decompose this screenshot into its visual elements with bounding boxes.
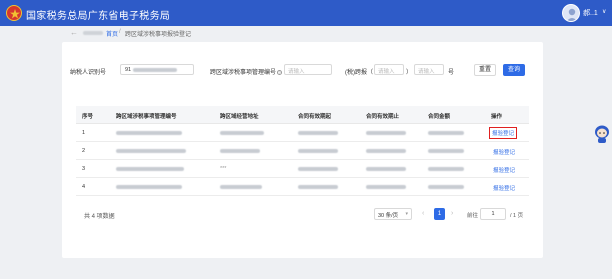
site-title[interactable]: 国家税务总局广东省电子税务局 (26, 7, 170, 22)
row-end-date-redacted (366, 185, 406, 189)
col-action-header: 操作 (491, 114, 503, 120)
row-start-date-redacted (298, 149, 338, 153)
taxpayer-id-input[interactable]: 91 (120, 64, 194, 75)
mgmt-no-part1-input[interactable]: 请输入 (374, 64, 404, 75)
user-menu-caret-icon[interactable]: ∨ (602, 8, 606, 15)
chevron-down-icon: ▾ (405, 211, 408, 217)
col-end-date-header: 合同有效期止 (366, 114, 400, 120)
row-start-date-redacted (298, 185, 338, 189)
table-header: 序号 跨区域涉税事项管理编号 跨区域经营地址 合同有效期起 合同有效期止 合同金… (76, 106, 529, 124)
top-header-bar: 国家税务总局广东省电子税务局 郝..1 ∨ (0, 0, 612, 26)
taxpayer-id-value: 91 (125, 67, 132, 73)
col-index-header: 序号 (82, 114, 94, 120)
register-link[interactable]: 报验登记 (491, 147, 517, 157)
reset-button[interactable]: 重置 (474, 64, 496, 76)
total-count: 共 4 项数据 (84, 214, 115, 220)
row-address-redacted (220, 149, 260, 153)
breadcrumb: ← 首页 / 跨区域涉税事项报验登记 (0, 26, 612, 40)
row-index: 3 (82, 166, 86, 172)
page-size-value: 30 条/页 (378, 213, 399, 219)
main-panel: 纳税人识别号 91 跨区域涉税事项管理编号? 请输入 (税)跨报（ 请输入 ） … (62, 42, 543, 258)
register-link[interactable]: 报验登记 (491, 165, 517, 175)
table-row: 1 报验登记 (76, 124, 529, 142)
goto-page-input[interactable]: 1 (480, 208, 506, 220)
breadcrumb-current: 跨区域涉税事项报验登记 (125, 32, 192, 38)
row-address-redacted (220, 131, 264, 135)
row-index: 4 (82, 184, 86, 190)
row-end-date-redacted (366, 131, 406, 135)
row-index: 1 (82, 130, 86, 136)
query-button[interactable]: 查询 (503, 64, 525, 76)
row-mgmt-no-redacted (116, 185, 182, 189)
col-address-header: 跨区域经营地址 (220, 114, 259, 120)
row-mgmt-no-redacted (116, 167, 184, 171)
row-start-date-redacted (298, 167, 338, 171)
table-row: 2 报验登记 (76, 142, 529, 160)
search-form: 纳税人识别号 91 跨区域涉税事项管理编号? 请输入 (税)跨报（ 请输入 ） … (62, 42, 543, 92)
row-address-redacted (220, 185, 262, 189)
page-size-select[interactable]: 30 条/页 ▾ (374, 208, 412, 220)
register-link[interactable]: 报验登记 (491, 183, 517, 193)
row-amount-redacted (428, 149, 464, 153)
mgmt-no-prefix-label: (税)跨报（ (345, 70, 373, 76)
mgmt-no-label: 跨区域涉税事项管理编号? (210, 67, 283, 76)
row-mgmt-no-redacted (116, 131, 182, 135)
col-mgmt-no-header: 跨区域涉税事项管理编号 (116, 114, 177, 120)
mgmt-no-input[interactable]: 请输入 (284, 64, 332, 75)
total-pages: / 1 页 (510, 213, 524, 219)
row-end-date-redacted (366, 167, 406, 171)
back-arrow-icon[interactable]: ← (70, 28, 78, 37)
user-name[interactable]: 郝..1 (583, 8, 598, 18)
col-amount-header: 合同金额 (428, 114, 451, 120)
mgmt-no-part2-input[interactable]: 请输入 (414, 64, 444, 75)
row-start-date-redacted (298, 131, 338, 135)
row-mgmt-no-redacted (116, 149, 186, 153)
prev-page-button[interactable]: ‹ (422, 210, 424, 217)
breadcrumb-home-link[interactable]: 首页 (106, 29, 118, 38)
table-row: 3 *** 报验登记 (76, 160, 529, 178)
register-link[interactable]: 报验登记 (489, 127, 518, 139)
mgmt-no-suffix-label: 号 (448, 70, 455, 76)
row-address-text: *** (220, 166, 227, 172)
pagination: 共 4 项数据 30 条/页 ▾ ‹ 1 › 前往 1 / 1 页 (62, 208, 543, 222)
row-index: 2 (82, 148, 86, 154)
user-avatar-icon[interactable] (562, 4, 580, 22)
tax-bureau-emblem-icon (6, 5, 22, 21)
taxpayer-id-label: 纳税人识别号 (70, 70, 107, 76)
row-amount-redacted (428, 185, 464, 189)
col-start-date-header: 合同有效期起 (298, 114, 332, 120)
row-amount-redacted (428, 167, 464, 171)
row-amount-redacted (428, 131, 464, 135)
mgmt-no-mid-label: ） (406, 70, 413, 76)
mgmt-no-label-text: 跨区域涉税事项管理编号 (210, 70, 277, 76)
next-page-button[interactable]: › (451, 210, 453, 217)
breadcrumb-redacted-item (83, 31, 103, 35)
assistant-mascot-icon[interactable] (594, 124, 610, 144)
taxpayer-id-redacted (133, 68, 177, 72)
page-number-current[interactable]: 1 (434, 208, 445, 220)
help-circle-icon[interactable]: ? (277, 69, 283, 75)
table-row: 4 报验登记 (76, 178, 529, 196)
breadcrumb-separator: / (119, 29, 121, 35)
goto-label: 前往 (467, 213, 479, 219)
row-end-date-redacted (366, 149, 406, 153)
